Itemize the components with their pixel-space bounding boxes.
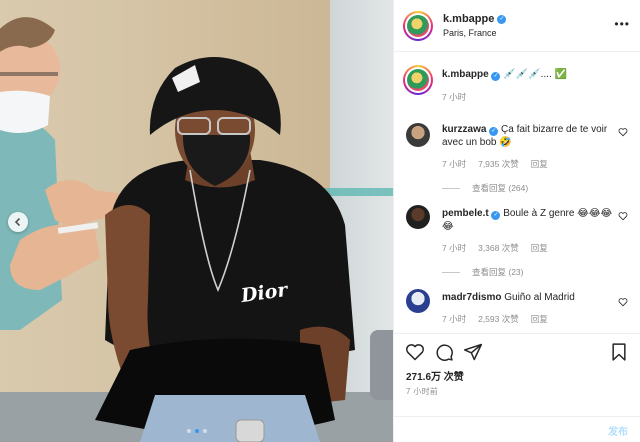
carousel-dot-active <box>194 429 199 433</box>
post-side-panel: k.mbappe ✓ Paris, France ••• k.mbappe ✓ … <box>393 0 640 442</box>
verified-badge-icon: ✓ <box>491 72 501 81</box>
comment-likes[interactable]: 3,368 次赞 <box>478 242 519 254</box>
comments-list[interactable]: k.mbappe ✓ 💉💉💉.... ✅ 7 小时 kurzzawa ✓ Ça … <box>394 53 640 333</box>
jeans <box>140 395 320 442</box>
likes-count[interactable]: 271.6万 次赞 <box>406 368 464 383</box>
doctor-mask <box>0 90 50 134</box>
comment-time[interactable]: 7 小时 <box>442 242 466 254</box>
reply-button[interactable]: 回复 <box>531 313 548 325</box>
author-avatar-image <box>407 14 429 37</box>
heart-icon[interactable] <box>405 342 425 362</box>
comment-username[interactable]: kurzzawa <box>442 124 486 135</box>
reply-button[interactable]: 回复 <box>531 242 548 254</box>
replies-divider <box>442 187 460 189</box>
caption-text: 💉💉💉.... ✅ <box>503 69 567 80</box>
heart-icon[interactable] <box>618 211 628 221</box>
comment-item: kurzzawa ✓ Ça fait bizarre de te voir av… <box>394 109 640 193</box>
paper-plane-icon[interactable] <box>463 342 483 362</box>
replies-divider <box>442 271 460 273</box>
add-comment-input[interactable] <box>406 423 596 439</box>
comment-likes[interactable]: 2,593 次赞 <box>478 313 519 325</box>
photo-scene <box>0 17 355 442</box>
carousel-dots <box>0 429 393 433</box>
comment-username[interactable]: pembele.t <box>442 208 489 219</box>
heart-icon[interactable] <box>618 127 628 137</box>
view-replies-button[interactable]: 查看回复 (23) <box>472 266 523 278</box>
caption-time[interactable]: 7 小时 <box>442 91 466 103</box>
chevron-left-icon <box>14 217 21 227</box>
verified-badge-icon: ✓ <box>489 127 499 136</box>
comment-time[interactable]: 7 小时 <box>442 158 466 170</box>
commenter-avatar[interactable] <box>406 289 430 313</box>
carousel-dot <box>202 429 207 433</box>
post-photo[interactable]: Dior <box>0 0 393 442</box>
author-username[interactable]: k.mbappe <box>443 12 494 26</box>
carousel-prev-button[interactable] <box>8 212 28 232</box>
doctor-glasses <box>0 72 58 76</box>
caption-username[interactable]: k.mbappe <box>442 69 489 80</box>
dior-logo: Dior <box>239 279 290 308</box>
svg-text:Dior: Dior <box>239 279 290 308</box>
comment-text: Guiño al Madrid <box>504 292 575 303</box>
verified-badge-icon: ✓ <box>491 211 501 220</box>
comment-username[interactable]: madr7dismo <box>442 292 501 303</box>
post-location[interactable]: Paris, France <box>443 26 506 40</box>
add-comment-bar: 发布 <box>394 416 640 442</box>
comment-icon[interactable] <box>434 342 454 362</box>
caption-avatar[interactable] <box>403 65 433 95</box>
comment-item: madr7dismo Guiño al Madrid 7 小时 2,593 次赞… <box>394 279 640 333</box>
author-avatar[interactable] <box>403 10 433 41</box>
commenter-avatar[interactable] <box>406 205 430 229</box>
bookmark-icon[interactable] <box>609 342 629 362</box>
comment-time[interactable]: 7 小时 <box>442 313 466 325</box>
carousel-dot <box>186 429 191 433</box>
verified-badge-icon: ✓ <box>497 14 507 24</box>
comment-item: pembele.t ✓ Boule à Z genre 😂😂😂😂 7 小时 3,… <box>394 193 640 279</box>
heart-icon[interactable] <box>618 297 628 307</box>
post-comment-button[interactable]: 发布 <box>608 423 628 438</box>
more-icon[interactable]: ••• <box>614 18 630 30</box>
post-time[interactable]: 7 小时前 <box>406 386 438 397</box>
caption: k.mbappe ✓ 💉💉💉.... ✅ 7 小时 <box>394 53 640 109</box>
reply-button[interactable]: 回复 <box>531 158 548 170</box>
post-actions: 271.6万 次赞 7 小时前 发布 <box>394 333 640 442</box>
comment-likes[interactable]: 7,935 次赞 <box>478 158 519 170</box>
post-header: k.mbappe ✓ Paris, France ••• <box>394 0 640 52</box>
commenter-avatar[interactable] <box>406 123 430 147</box>
